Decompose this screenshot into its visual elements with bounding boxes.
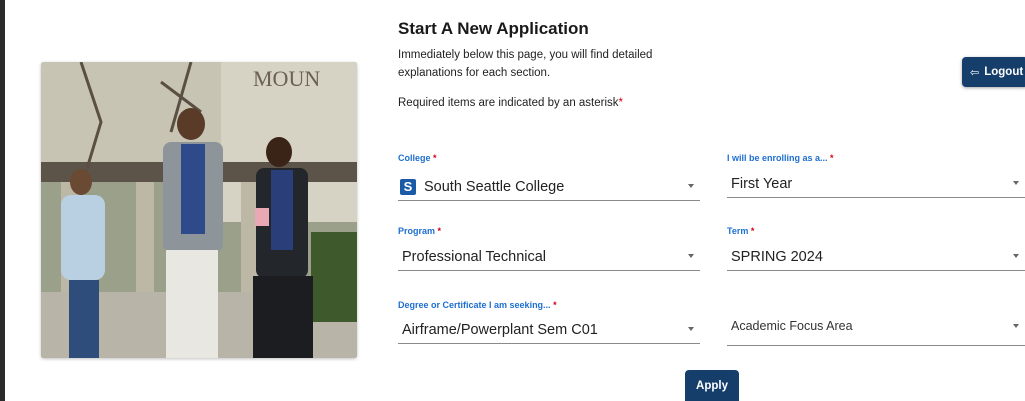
asterisk: * bbox=[830, 153, 834, 163]
logout-icon: ⇦ bbox=[970, 66, 980, 79]
program-label: Program * bbox=[398, 226, 441, 236]
program-value: Professional Technical bbox=[402, 248, 547, 265]
program-select[interactable]: Professional Technical bbox=[398, 243, 700, 271]
chevron-down-icon bbox=[688, 184, 694, 188]
building-sign: MOUN bbox=[253, 66, 320, 91]
focus-area-field: Academic Focus Area bbox=[727, 300, 1025, 350]
term-field: Term * SPRING 2024 bbox=[727, 226, 1025, 276]
college-label: College * bbox=[398, 153, 437, 163]
term-value: SPRING 2024 bbox=[731, 248, 823, 265]
degree-select[interactable]: Airframe/Powerplant Sem C01 bbox=[398, 316, 700, 344]
college-field: College * S South Seattle College bbox=[398, 153, 700, 203]
program-field: Program * Professional Technical bbox=[398, 226, 700, 276]
degree-label-text: Degree or Certificate I am seeking... bbox=[398, 300, 551, 310]
enrolling-as-field: I will be enrolling as a... * First Year bbox=[727, 153, 1025, 203]
chevron-down-icon bbox=[1013, 181, 1019, 185]
intro-text: Immediately below this page, you will fi… bbox=[398, 49, 653, 79]
term-label: Term * bbox=[727, 226, 754, 236]
asterisk: * bbox=[437, 226, 442, 236]
college-label-text: College bbox=[398, 153, 431, 163]
chevron-down-icon bbox=[1013, 324, 1019, 328]
chevron-down-icon bbox=[688, 327, 694, 331]
degree-field: Degree or Certificate I am seeking... * … bbox=[398, 300, 700, 350]
term-select[interactable]: SPRING 2024 bbox=[727, 243, 1025, 271]
enrolling-as-value: First Year bbox=[731, 175, 793, 192]
page-title: Start A New Application bbox=[398, 19, 589, 38]
students-photo: MOUN bbox=[41, 62, 357, 358]
program-label-text: Program bbox=[398, 226, 436, 236]
apply-button[interactable]: Apply bbox=[685, 370, 739, 401]
enrolling-as-label: I will be enrolling as a... * bbox=[727, 153, 834, 163]
term-label-text: Term bbox=[727, 226, 749, 236]
enrolling-as-select[interactable]: First Year bbox=[727, 170, 1025, 198]
asterisk: * bbox=[750, 226, 755, 236]
required-note-text: Required items are indicated by an aster… bbox=[398, 97, 619, 109]
asterisk: * bbox=[433, 153, 437, 163]
focus-area-placeholder: Academic Focus Area bbox=[731, 318, 853, 333]
college-select[interactable]: S South Seattle College bbox=[398, 173, 700, 201]
asterisk: * bbox=[553, 300, 557, 310]
logout-label: Logout bbox=[984, 66, 1024, 78]
chevron-down-icon bbox=[688, 254, 694, 258]
logout-button[interactable]: ⇦ Logout bbox=[962, 57, 1025, 87]
students-photo-illustration: MOUN bbox=[41, 62, 357, 358]
degree-value: Airframe/Powerplant Sem C01 bbox=[402, 321, 598, 338]
degree-label: Degree or Certificate I am seeking... * bbox=[398, 300, 557, 310]
asterisk: * bbox=[618, 97, 624, 109]
college-logo-icon: S bbox=[400, 178, 416, 195]
focus-area-select[interactable]: Academic Focus Area bbox=[727, 306, 1025, 346]
left-edge-bar bbox=[0, 0, 5, 401]
college-value: South Seattle College bbox=[424, 178, 565, 195]
required-note: Required items are indicated by an aster… bbox=[398, 97, 623, 109]
enrolling-as-label-text: I will be enrolling as a... bbox=[727, 153, 828, 163]
chevron-down-icon bbox=[1013, 254, 1019, 258]
